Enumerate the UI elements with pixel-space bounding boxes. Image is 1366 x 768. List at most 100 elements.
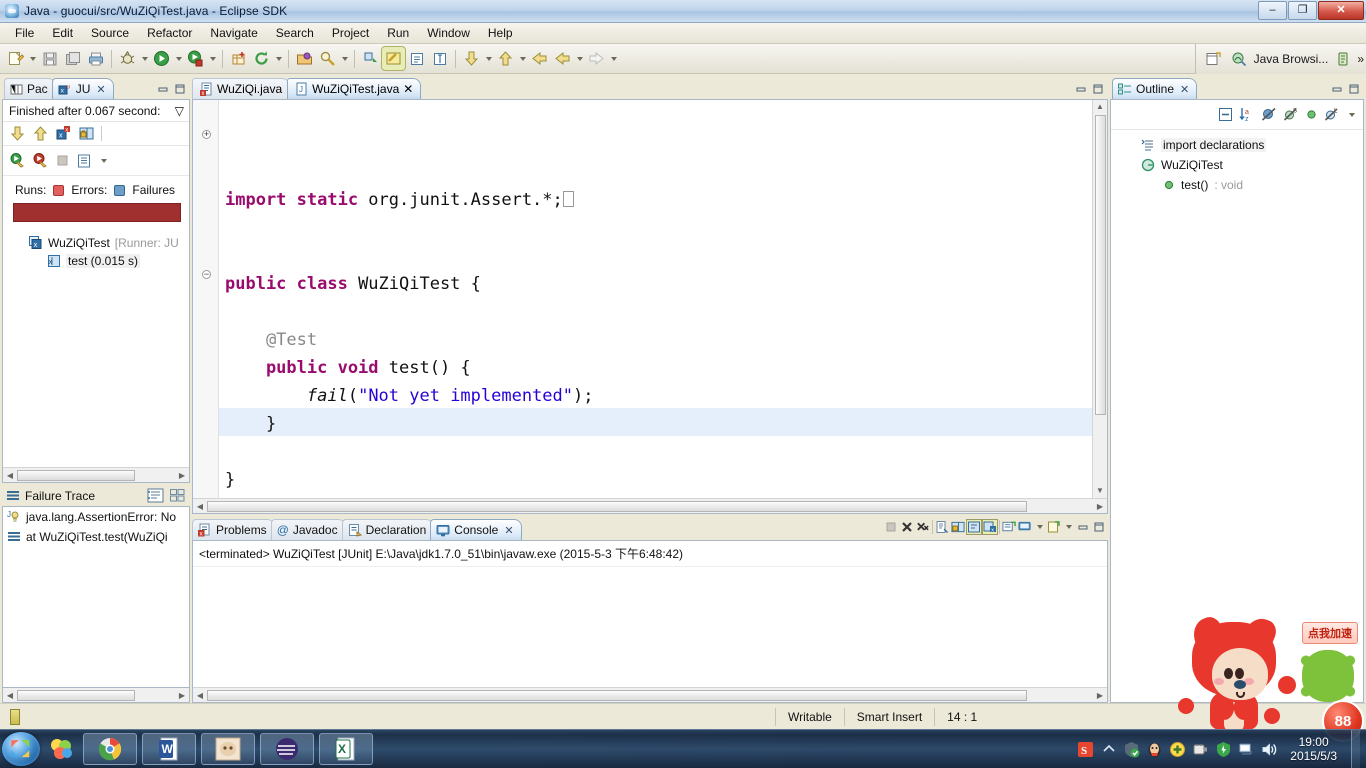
pin-console-icon[interactable] <box>1002 520 1016 534</box>
coverage-dropdown-arrow[interactable] <box>207 47 218 70</box>
scroll-left-arrow[interactable]: ◀ <box>193 691 207 700</box>
show-console-on-output-icon[interactable]: x <box>982 518 998 535</box>
display-selected-console-icon[interactable] <box>1018 520 1032 534</box>
java-browsing-perspective-icon[interactable] <box>1228 48 1251 71</box>
tab-wuziqitest-java[interactable]: J WuZiQiTest.java ✕ <box>287 78 422 99</box>
maximize-icon[interactable] <box>1347 82 1361 96</box>
open-console-icon[interactable] <box>1047 520 1061 534</box>
word-task[interactable]: W <box>142 733 196 765</box>
search-icon[interactable] <box>316 47 339 70</box>
editor-gutter[interactable]: + − <box>193 100 219 498</box>
tab-problems[interactable]: x Problems <box>192 519 275 540</box>
volume-icon[interactable] <box>1261 741 1278 758</box>
list-item[interactable]: WuZiQiTest <box>1111 155 1363 175</box>
rerun-failed-icon[interactable] <box>32 152 49 169</box>
minimize-icon[interactable] <box>156 82 170 96</box>
maximize-icon[interactable] <box>1092 520 1106 534</box>
test-history-icon[interactable] <box>76 153 92 169</box>
scrollbar-thumb[interactable] <box>17 470 135 481</box>
power-icon[interactable] <box>1192 741 1209 758</box>
close-icon[interactable]: ✕ <box>403 82 413 96</box>
scroll-right-arrow[interactable]: ▶ <box>175 471 189 480</box>
eclipse-task[interactable] <box>260 733 314 765</box>
scroll-right-arrow[interactable]: ▶ <box>175 691 189 700</box>
media-player-icon[interactable] <box>44 732 78 766</box>
word-wrap-icon[interactable] <box>966 518 982 535</box>
save-icon[interactable] <box>38 47 61 70</box>
minimize-icon[interactable] <box>1330 82 1344 96</box>
tree-row[interactable]: x test (0.015 s) <box>3 252 189 270</box>
toolbar-overflow[interactable]: » <box>1357 52 1364 66</box>
tab-package-explorer[interactable]: Pac <box>4 78 56 99</box>
close-button[interactable]: ✕ <box>1318 1 1364 20</box>
next-annotation-icon[interactable] <box>359 47 382 70</box>
start-orb-icon[interactable] <box>2 732 40 766</box>
scrollbar-thumb[interactable] <box>207 501 1027 512</box>
hide-static-icon[interactable]: S <box>1283 107 1299 122</box>
antivirus-icon[interactable] <box>1123 741 1140 758</box>
scrollbar-thumb[interactable] <box>207 690 1027 701</box>
maximize-icon[interactable] <box>1091 82 1105 96</box>
new-dropdown-arrow[interactable] <box>27 47 38 70</box>
scroll-right-arrow[interactable]: ▶ <box>1093 502 1107 511</box>
previous-failure-icon[interactable] <box>32 125 49 142</box>
menu-project[interactable]: Project <box>323 24 378 42</box>
hide-non-public-icon[interactable] <box>1305 108 1318 121</box>
tab-declaration[interactable]: Declaration <box>341 519 435 540</box>
tab-outline[interactable]: Outline ✕ <box>1112 78 1198 99</box>
print-icon[interactable] <box>84 47 107 70</box>
collapse-fold-icon[interactable]: − <box>202 270 211 279</box>
console-output-area[interactable] <box>193 567 1107 687</box>
console-body[interactable]: <terminated> WuZiQiTest [JUnit] E:\Java\… <box>192 540 1108 703</box>
scroll-left-arrow[interactable]: ◀ <box>3 471 17 480</box>
new-java-package-icon[interactable] <box>227 47 250 70</box>
open-perspective-icon[interactable] <box>1202 48 1225 71</box>
tab-junit[interactable]: x u JU ✕ <box>51 78 114 99</box>
list-item[interactable]: at WuZiQiTest.test(WuZiQi <box>3 527 189 547</box>
menu-source[interactable]: Source <box>82 24 138 42</box>
show-whitespace-icon[interactable] <box>405 47 428 70</box>
clear-console-icon[interactable] <box>935 520 949 534</box>
list-item[interactable]: J java.lang.AssertionError: No <box>3 507 189 527</box>
debug-dropdown-arrow[interactable] <box>139 47 150 70</box>
close-icon[interactable]: ✕ <box>1180 83 1189 96</box>
code-editor[interactable]: import static org.junit.Assert.*; public… <box>219 100 1092 498</box>
menu-edit[interactable]: Edit <box>43 24 82 42</box>
hide-local-types-icon[interactable]: L <box>1324 107 1340 122</box>
security-shield-icon[interactable] <box>1215 741 1232 758</box>
junit-status-menu-arrow[interactable]: ▽ <box>175 104 184 118</box>
scroll-left-arrow[interactable]: ◀ <box>3 691 17 700</box>
toggle-mark-occurrences-icon[interactable] <box>381 46 406 71</box>
tab-console[interactable]: Console ✕ <box>430 519 522 540</box>
list-item[interactable]: import declarations <box>1111 135 1363 155</box>
external-tools-dropdown-arrow[interactable] <box>273 47 284 70</box>
expand-fold-icon[interactable]: + <box>202 130 211 139</box>
close-icon[interactable]: ✕ <box>504 524 513 537</box>
menu-file[interactable]: File <box>6 24 43 42</box>
scrollbar-thumb[interactable] <box>1095 115 1106 415</box>
open-type-icon[interactable] <box>293 47 316 70</box>
maximize-icon[interactable] <box>173 82 187 96</box>
hide-fields-icon[interactable] <box>1261 107 1277 122</box>
sogou-input-icon[interactable]: S <box>1077 741 1094 758</box>
remove-all-launches-icon[interactable] <box>916 520 930 534</box>
tab-wuziqi-java[interactable]: x WuZiQi.java <box>192 78 291 99</box>
forward-icon[interactable] <box>551 47 574 70</box>
taskbar-clock[interactable]: 19:00 2015/5/3 <box>1284 735 1345 763</box>
list-item[interactable]: test() : void <box>1111 175 1363 195</box>
show-hidden-icons-arrow[interactable] <box>1100 741 1117 758</box>
close-icon[interactable]: ✕ <box>96 83 105 96</box>
excel-task[interactable]: X <box>319 733 373 765</box>
forward-dropdown-arrow[interactable] <box>574 47 585 70</box>
tab-javadoc[interactable]: @ Javadoc <box>270 519 346 540</box>
console-horizontal-scrollbar[interactable]: ◀ ▶ <box>193 687 1107 702</box>
scroll-up-arrow[interactable]: ▲ <box>1096 100 1104 114</box>
junit-view-menu-arrow[interactable] <box>98 149 109 172</box>
chrome-task[interactable] <box>83 733 137 765</box>
rerun-test-icon[interactable] <box>9 152 26 169</box>
scrollbar-thumb[interactable] <box>17 690 135 701</box>
search-dropdown-arrow[interactable] <box>339 47 350 70</box>
remove-launch-icon[interactable] <box>900 520 914 534</box>
perspective-label[interactable]: Java Browsi... <box>1254 52 1329 66</box>
failure-trace-horizontal-scrollbar[interactable]: ◀ ▶ <box>2 688 190 703</box>
